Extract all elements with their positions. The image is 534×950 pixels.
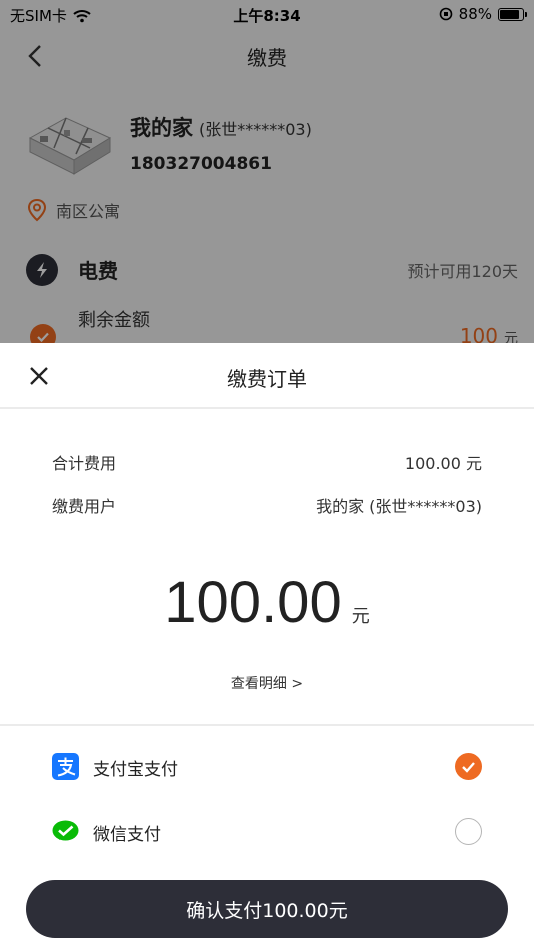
- payment-order-sheet: 缴费订单 合计费用 100.00 元 缴费用户 我的家 (张世******03)…: [0, 343, 534, 950]
- wechat-radio-unchecked-icon[interactable]: [455, 818, 482, 845]
- payer-value: 我的家 (张世******03): [316, 497, 482, 516]
- total-fee-row: 合计费用 100.00 元: [52, 450, 482, 474]
- amount-display: 100.00 元: [0, 569, 534, 636]
- alipay-icon: [52, 753, 79, 780]
- divider: [0, 724, 534, 726]
- view-details-link[interactable]: 查看明细 >: [0, 673, 534, 693]
- total-fee-label: 合计费用: [52, 454, 117, 473]
- amount-unit: 元: [351, 606, 370, 627]
- payer-row: 缴费用户 我的家 (张世******03): [52, 493, 482, 517]
- sheet-header: 缴费订单: [0, 343, 534, 409]
- payer-label: 缴费用户: [52, 497, 117, 516]
- sheet-title: 缴费订单: [227, 367, 307, 391]
- total-fee-value: 100.00 元: [404, 454, 482, 473]
- payment-option-alipay[interactable]: 支付宝支付: [52, 752, 482, 782]
- wechat-icon: [52, 820, 79, 841]
- alipay-label: 支付宝支付: [93, 760, 178, 780]
- payment-option-wechat[interactable]: 微信支付: [52, 817, 482, 847]
- wechat-label: 微信支付: [93, 825, 161, 845]
- alipay-radio-checked-icon[interactable]: [455, 753, 482, 780]
- confirm-pay-button[interactable]: 确认支付100.00元: [26, 880, 508, 938]
- amount-value: 100.00: [164, 570, 342, 635]
